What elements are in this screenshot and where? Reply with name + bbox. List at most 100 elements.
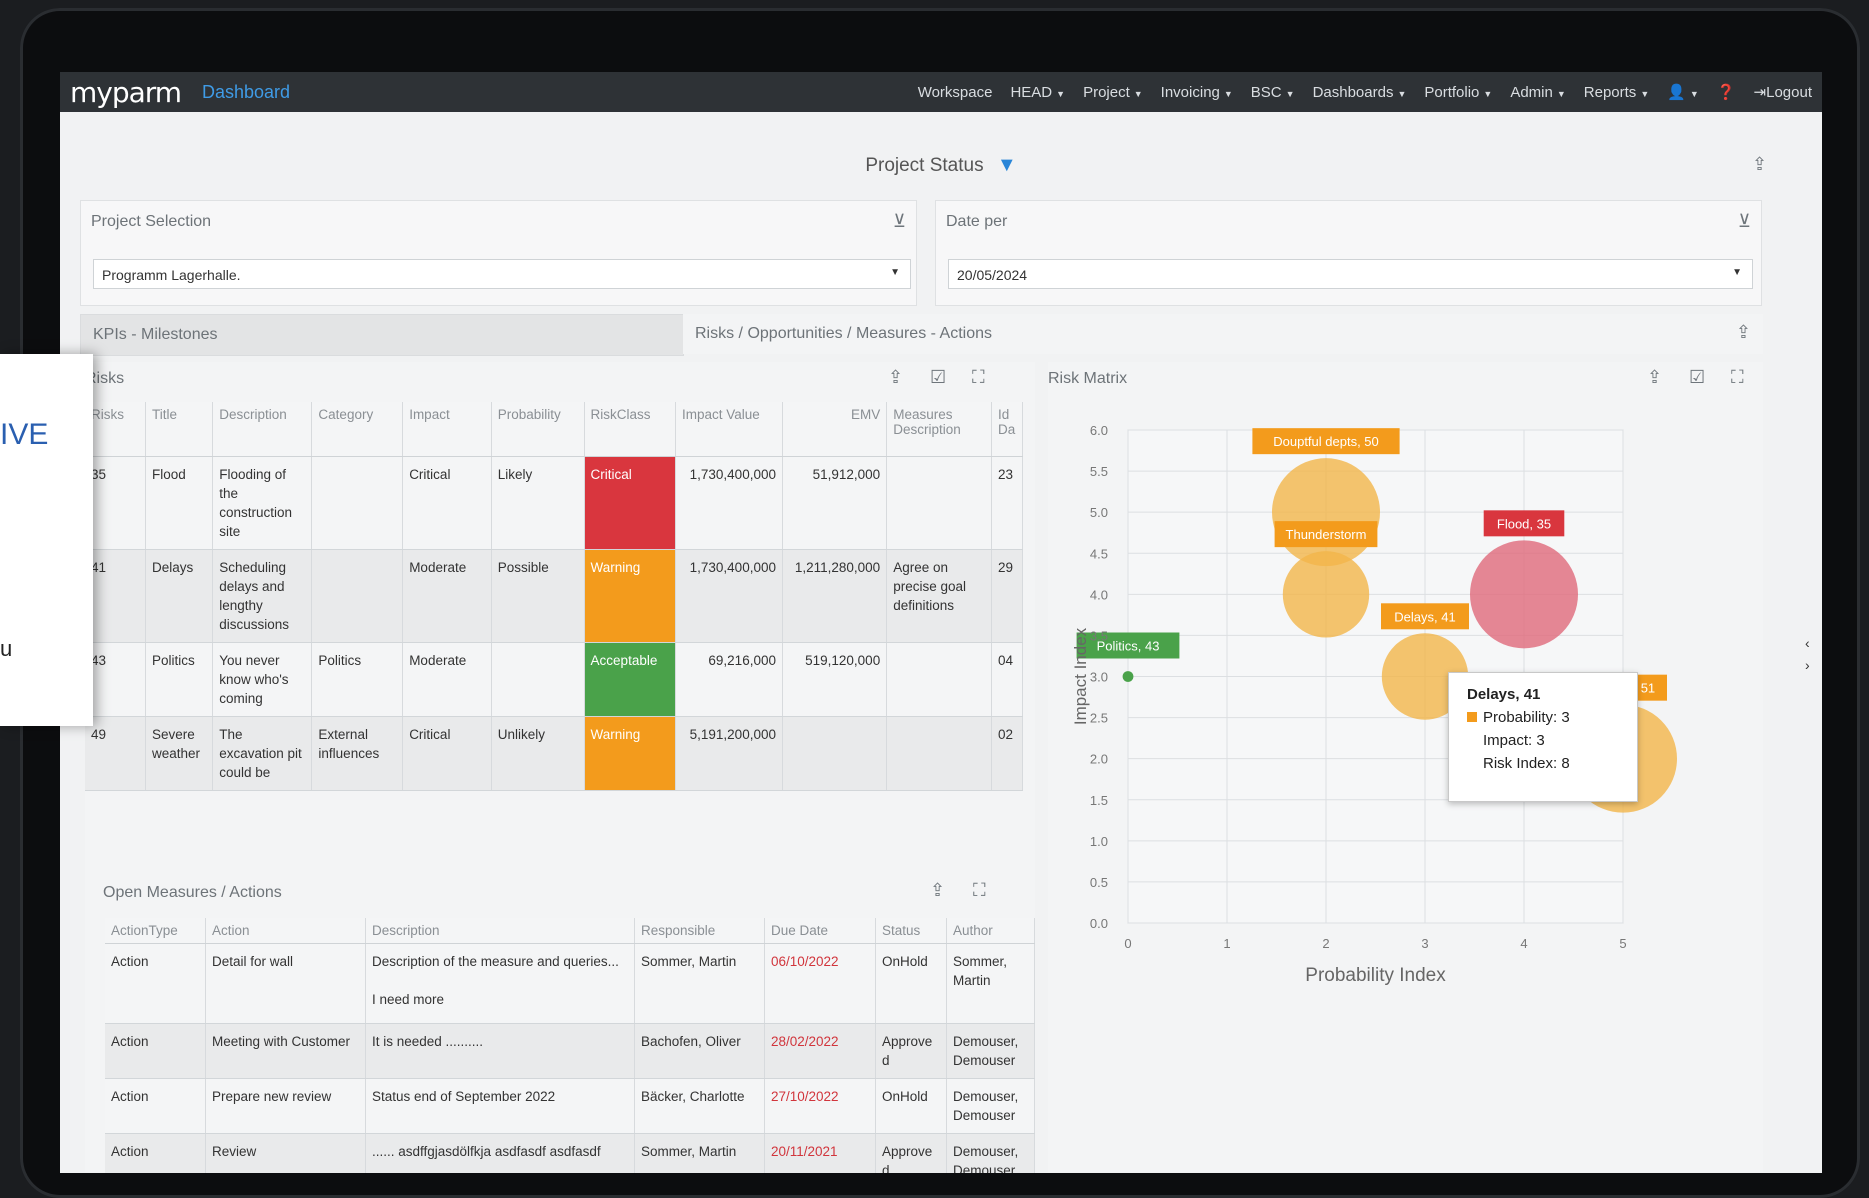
caret-down-icon: ▼: [1640, 88, 1650, 99]
clear-filter-icon[interactable]: ⊻: [1738, 211, 1751, 232]
nav-admin[interactable]: Admin ▼: [1510, 84, 1565, 101]
collapse-chevrons[interactable]: ‹ ›: [1805, 632, 1810, 676]
cell-type: Action: [105, 1133, 206, 1173]
logout-link[interactable]: ⇥Logout: [1754, 83, 1812, 101]
x-tick-label: 4: [1520, 936, 1527, 951]
cell-type: Action: [105, 1023, 206, 1079]
export-icon[interactable]: ⇪: [1647, 367, 1662, 388]
export-icon[interactable]: ⇪: [1736, 322, 1751, 343]
app-screen: myparm Dashboard Workspace HEAD ▼ Project…: [60, 72, 1822, 1173]
cell-author: Demouser, Demouser: [946, 1133, 1035, 1173]
cell-due-date: 28/02/2022: [764, 1023, 876, 1079]
col-emv[interactable]: EMV: [782, 402, 888, 457]
col-due-date[interactable]: Due Date: [764, 918, 876, 944]
export-icon[interactable]: ⇪: [930, 880, 945, 901]
caret-down-icon: ▼: [1223, 88, 1233, 99]
col-id-date[interactable]: Id Da: [991, 402, 1023, 457]
col-actiontype[interactable]: ActionType: [105, 918, 206, 944]
cell-description: ...... asdffgjasdölfkja asdfasdf asdfasd…: [365, 1133, 635, 1173]
col-action[interactable]: Action: [205, 918, 366, 944]
col-probability[interactable]: Probability: [491, 402, 585, 457]
export-icon[interactable]: ⇪: [888, 367, 903, 388]
table-row[interactable]: 43 Politics You never know who's coming …: [85, 642, 1023, 717]
bubble-label-text: Flood, 35: [1497, 516, 1551, 531]
fullscreen-icon[interactable]: ⛶: [972, 367, 985, 388]
table-row[interactable]: Action Prepare new review Status end of …: [105, 1078, 1035, 1134]
nav-project[interactable]: Project ▼: [1083, 84, 1143, 101]
risks-header-row: Risks Title Description Category Impact …: [85, 402, 1023, 457]
cell-status: Approve d: [875, 1023, 947, 1079]
nav-bsc[interactable]: BSC ▼: [1251, 84, 1295, 101]
user-icon: 👤: [1667, 84, 1686, 101]
help-icon[interactable]: ❓: [1717, 83, 1736, 101]
risk-matrix-title: Risk Matrix: [1048, 370, 1128, 387]
filter-icon[interactable]: ▼: [997, 154, 1017, 176]
table-row[interactable]: 41 Delays Scheduling delays and lengthy …: [85, 549, 1023, 643]
checklist-icon[interactable]: ☑: [930, 367, 946, 388]
nav-dashboard-link[interactable]: Dashboard: [202, 82, 290, 103]
x-tick-label: 2: [1322, 936, 1329, 951]
bubble-point: [1470, 540, 1578, 649]
cell-probability: Possible: [491, 549, 585, 643]
clear-filter-icon[interactable]: ⊻: [893, 211, 906, 232]
cell-impact-value: 69,216,000: [675, 642, 783, 717]
y-tick-label: 0.0: [1090, 916, 1108, 931]
table-row[interactable]: 49 Severe weather The excavation pit cou…: [85, 716, 1023, 791]
cell-description: The excavation pit could be: [212, 716, 313, 791]
table-row[interactable]: Action Meeting with Customer It is neede…: [105, 1023, 1035, 1079]
cell-id: 41: [85, 549, 147, 643]
y-axis-label: Impact Index: [1071, 627, 1090, 725]
col-risks[interactable]: Risks: [85, 402, 147, 457]
y-tick-label: 4.0: [1090, 587, 1108, 602]
caret-down-icon: ▼: [1689, 89, 1699, 99]
table-row[interactable]: Action Review ...... asdffgjasdölfkja as…: [105, 1133, 1035, 1173]
col-responsible[interactable]: Responsible: [634, 918, 765, 944]
col-riskclass[interactable]: RiskClass: [584, 402, 677, 457]
export-icon[interactable]: ⇪: [1752, 154, 1767, 175]
date-select[interactable]: 20/05/2024 ▼: [948, 259, 1753, 289]
nav-dashboards[interactable]: Dashboards ▼: [1313, 84, 1407, 101]
col-impact[interactable]: Impact: [402, 402, 492, 457]
nav-head[interactable]: HEAD ▼: [1010, 84, 1065, 101]
cell-emv: 51,912,000: [782, 456, 888, 550]
cell-probability: [491, 642, 585, 717]
risk-matrix-panel: Risk Matrix ⇪ ☑ ⛶ Douptful depts, 50 Thun…: [1048, 362, 1763, 1172]
nav-portfolio[interactable]: Portfolio ▼: [1424, 84, 1492, 101]
fullscreen-icon[interactable]: ⛶: [1731, 367, 1744, 388]
table-row[interactable]: 35 Flood Flooding of the construction si…: [85, 456, 1023, 550]
nav-workspace[interactable]: Workspace: [918, 84, 993, 101]
tab-risks-label: Risks / Opportunities / Measures - Actio…: [695, 325, 992, 342]
cell-probability: Unlikely: [491, 716, 585, 791]
bubble-label: Flood, 35: [1483, 510, 1565, 537]
date-select-value: 20/05/2024: [957, 267, 1028, 283]
col-description[interactable]: Description: [212, 402, 313, 457]
col-title[interactable]: Title: [145, 402, 214, 457]
measures-title: Open Measures / Actions: [103, 884, 282, 901]
project-select[interactable]: Programm Lagerhalle. ▼: [93, 259, 911, 289]
checklist-icon[interactable]: ☑: [1689, 367, 1705, 388]
fullscreen-icon[interactable]: ⛶: [973, 880, 986, 901]
col-status[interactable]: Status: [875, 918, 947, 944]
bubble-point: [1272, 458, 1380, 567]
nav-reports[interactable]: Reports ▼: [1584, 84, 1649, 101]
col-category[interactable]: Category: [311, 402, 404, 457]
nav-invoicing-label: Invoicing: [1160, 83, 1220, 101]
cell-action: Detail for wall: [205, 943, 366, 1024]
col-measures-description[interactable]: Measures Description: [886, 402, 992, 457]
y-tick-label: 3.5: [1090, 628, 1108, 643]
col-impact-value[interactable]: Impact Value: [675, 402, 783, 457]
nav-project-label: Project: [1083, 83, 1130, 101]
col-author[interactable]: Author: [946, 918, 1035, 944]
nav-invoicing[interactable]: Invoicing ▼: [1161, 84, 1233, 101]
col-description[interactable]: Description: [365, 918, 635, 944]
tab-kpis-milestones[interactable]: KPIs - Milestones: [80, 314, 684, 356]
user-menu[interactable]: 👤 ▼: [1667, 83, 1699, 101]
date-per-card: Date per ⊻ 20/05/2024 ▼: [935, 200, 1762, 306]
cell-impact-value: 5,191,200,000: [675, 716, 783, 791]
table-row[interactable]: Action Detail for wall Description of th…: [105, 943, 1035, 1024]
risk-matrix-chart[interactable]: Douptful depts, 50 Thunderstorm Flood, 35 D…: [1048, 402, 1763, 1172]
tab-risks-opportunities[interactable]: Risks / Opportunities / Measures - Actio…: [683, 314, 1763, 354]
overlay-text-top: IVE: [0, 418, 49, 451]
risks-panel: Risks ⇪ ☑ ⛶ Risks Title Description Cate…: [85, 362, 1035, 872]
nav-portfolio-label: Portfolio: [1424, 83, 1480, 101]
